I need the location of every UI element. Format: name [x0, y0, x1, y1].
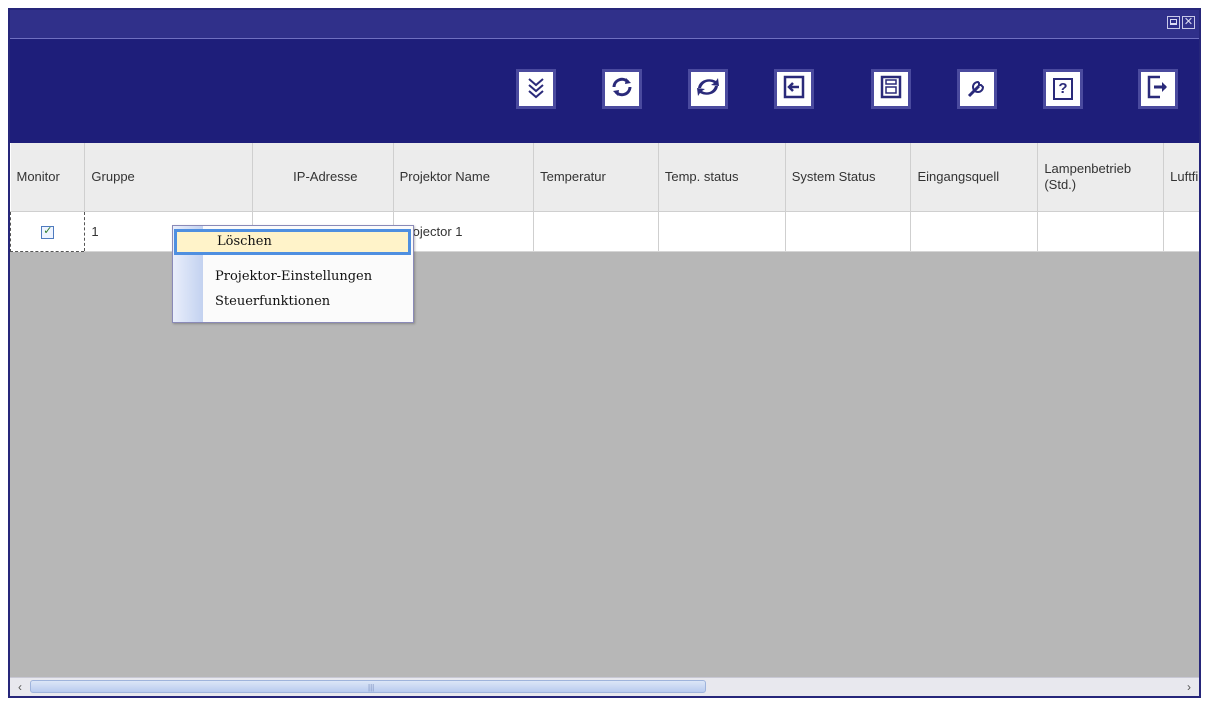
settings-button[interactable] [957, 69, 997, 109]
import-button[interactable] [774, 69, 814, 109]
refresh-button[interactable] [602, 69, 642, 109]
title-bar: ✕ [10, 10, 1199, 39]
column-header-luftfilter[interactable]: Luftfilter (St [1163, 143, 1199, 212]
sync-cycle-icon [695, 74, 721, 105]
eingang-cell [910, 211, 1039, 252]
context-menu: Löschen Projektor-Einstellungen Steuerfu… [172, 225, 414, 323]
triple-chevron-down-icon [523, 74, 549, 105]
table-header: Monitor Gruppe IP-Adresse Projektor Name… [10, 143, 1199, 212]
column-header-ip[interactable]: IP-Adresse [252, 143, 394, 212]
toolbar: ? [10, 39, 1199, 143]
import-icon [781, 74, 807, 105]
minimize-icon[interactable] [1167, 16, 1180, 29]
window-controls: ✕ [1167, 16, 1195, 29]
floppy-disk-icon [878, 74, 904, 105]
projector-name-cell: Projector 1 [393, 211, 535, 252]
column-header-system-status[interactable]: System Status [785, 143, 912, 212]
system-status-cell [785, 211, 912, 252]
help-icon: ? [1053, 78, 1073, 100]
wrench-icon [964, 74, 990, 105]
luftfilter-cell [1163, 211, 1199, 252]
save-button[interactable] [871, 69, 911, 109]
menu-item-projektor-einstellungen[interactable]: Projektor-Einstellungen [203, 265, 409, 289]
menu-item-steuerfunktionen[interactable]: Steuerfunktionen [203, 290, 409, 314]
column-header-lampenbetrieb[interactable]: Lampenbetrieb (Std.) [1037, 143, 1165, 212]
monitor-cell [10, 210, 86, 252]
column-header-monitor[interactable]: Monitor [10, 143, 86, 212]
exit-button[interactable] [1138, 69, 1178, 109]
scroll-left-icon[interactable]: ‹ [12, 680, 28, 694]
temperatur-cell [533, 211, 659, 252]
close-icon[interactable]: ✕ [1182, 16, 1195, 29]
app-window: ✕ ? Monitor Gruppe IP-Adresse Projektor … [8, 8, 1201, 698]
expand-all-button[interactable] [516, 69, 556, 109]
column-header-gruppe[interactable]: Gruppe [84, 143, 254, 212]
monitor-checkbox[interactable] [41, 224, 55, 239]
column-header-temp-status[interactable]: Temp. status [658, 143, 786, 212]
grip-icon: ||| [368, 683, 375, 692]
refresh-icon [609, 74, 635, 105]
horizontal-scrollbar[interactable]: ‹ ||| › [10, 677, 1199, 696]
column-header-temperatur[interactable]: Temperatur [533, 143, 659, 212]
help-button[interactable]: ? [1043, 69, 1083, 109]
scroll-right-icon[interactable]: › [1181, 680, 1197, 694]
temp-status-cell [658, 211, 786, 252]
column-header-name[interactable]: Projektor Name [393, 143, 535, 212]
menu-item-loeschen[interactable]: Löschen [174, 229, 411, 255]
exit-icon [1145, 74, 1171, 105]
column-header-eingangsquell[interactable]: Eingangsquell [910, 143, 1039, 212]
scrollbar-thumb[interactable]: ||| [30, 680, 706, 693]
reconnect-button[interactable] [688, 69, 728, 109]
lampe-cell [1037, 211, 1165, 252]
